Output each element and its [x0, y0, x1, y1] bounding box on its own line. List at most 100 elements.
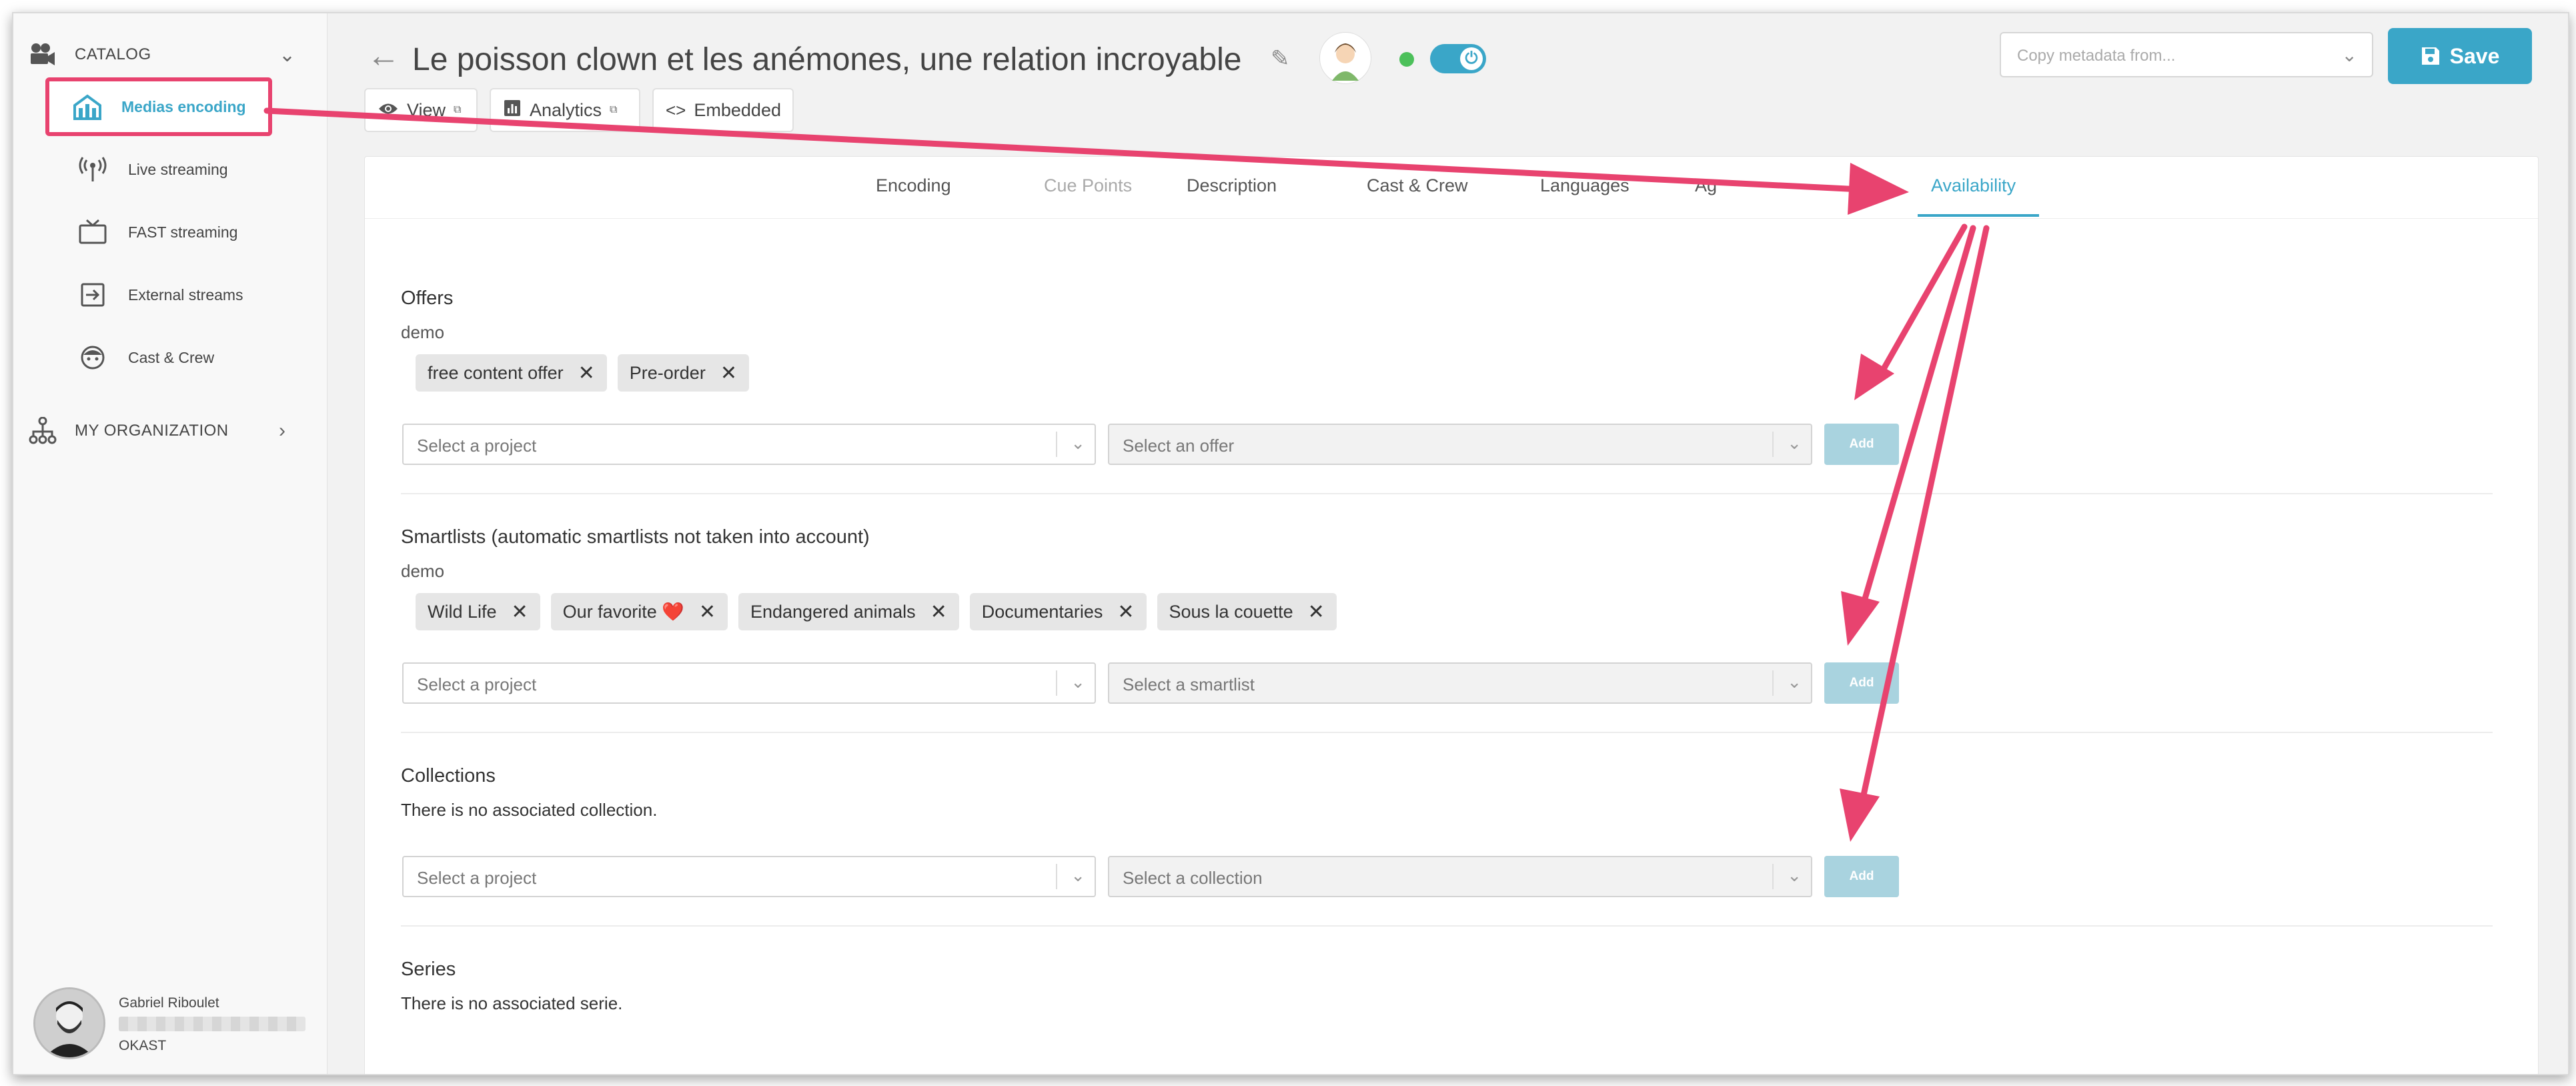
sidebar-section-label: CATALOG	[75, 45, 151, 63]
sidebar-item-cast-crew[interactable]: Cast & Crew	[67, 334, 307, 382]
tab-description[interactable]: Description	[1187, 175, 1277, 196]
select-separator	[1056, 432, 1057, 457]
embedded-button[interactable]: <> Embedded	[652, 88, 794, 132]
offers-project-select[interactable]: Select a project ⌄	[402, 424, 1096, 465]
chevron-down-icon: ⌄	[1787, 672, 1802, 692]
save-button[interactable]: Save	[2388, 28, 2532, 84]
select-placeholder: Select a smartlist	[1123, 674, 1255, 694]
status-dot	[1399, 52, 1414, 67]
external-link-icon: ⧉	[610, 104, 618, 115]
tab-cue-points[interactable]: Cue Points	[1044, 175, 1132, 196]
publish-toggle[interactable]: ⏻	[1430, 44, 1486, 73]
sidebar-item-label: Cast & Crew	[128, 348, 215, 366]
offers-tag-list: free content offer ✕ Pre-order ✕	[416, 354, 749, 392]
tab-cast-crew[interactable]: Cast & Crew	[1367, 175, 1468, 196]
floppy-disk-icon	[2421, 47, 2439, 65]
add-smartlist-button[interactable]: Add	[1824, 662, 1899, 704]
sidebar-item-label: FAST streaming	[128, 223, 238, 241]
bar-chart-icon	[503, 99, 522, 122]
collections-title: Collections	[401, 765, 496, 786]
sidebar-item-live-streaming[interactable]: Live streaming	[67, 145, 307, 193]
remove-tag-icon[interactable]: ✕	[720, 362, 737, 385]
availability-card: Encoding Cue Points Description Cast & C…	[364, 156, 2539, 1074]
save-label: Save	[2449, 43, 2500, 68]
pencil-icon[interactable]: ✎	[1271, 45, 1290, 72]
series-title: Series	[401, 959, 456, 980]
tag-label: free content offer	[428, 362, 564, 383]
embedded-label: Embedded	[694, 99, 781, 120]
user-name: Gabriel Riboulet	[119, 995, 219, 1011]
user-email-redacted	[119, 1017, 305, 1031]
smartlists-tag-list: Wild Life ✕ Our favorite ❤️ ✕ Endangered a…	[416, 593, 1337, 630]
smartlist-tag: Wild Life ✕	[416, 593, 540, 630]
select-placeholder: Select an offer	[1123, 436, 1235, 456]
face-icon	[77, 342, 108, 373]
organization-icon	[27, 415, 59, 447]
sidebar-section-my-organization[interactable]: MY ORGANIZATION ›	[13, 404, 327, 458]
offers-project-name: demo	[401, 322, 445, 342]
add-collection-button[interactable]: Add	[1824, 856, 1899, 897]
external-link-icon: ⧉	[454, 104, 462, 115]
remove-tag-icon[interactable]: ✕	[1117, 600, 1134, 624]
user-organization: OKAST	[119, 1038, 167, 1053]
select-separator	[1772, 864, 1774, 889]
media-avatar	[1319, 32, 1371, 84]
remove-tag-icon[interactable]: ✕	[699, 600, 716, 624]
tab-ag[interactable]: Ag	[1695, 175, 1717, 196]
tag-label: Pre-order	[629, 362, 706, 383]
page-title: Le poisson clown et les anémones, une re…	[412, 42, 1242, 77]
select-separator	[1772, 432, 1774, 457]
tab-encoding[interactable]: Encoding	[876, 175, 951, 196]
smartlists-project-select[interactable]: Select a project ⌄	[402, 662, 1096, 704]
camera-icon	[27, 39, 59, 71]
tag-label: Our favorite ❤️	[562, 602, 684, 622]
offers-title: Offers	[401, 288, 454, 309]
external-stream-icon	[77, 280, 108, 310]
view-button[interactable]: View ⧉	[364, 88, 478, 132]
section-divider	[401, 493, 2493, 494]
user-profile[interactable]: Gabriel Riboulet OKAST	[33, 987, 313, 1061]
sidebar-item-fast-streaming[interactable]: FAST streaming	[67, 208, 307, 256]
smartlist-tag: Documentaries ✕	[969, 593, 1147, 630]
view-label: View	[407, 99, 446, 120]
collection-select[interactable]: Select a collection ⌄	[1108, 856, 1812, 897]
smartlist-select[interactable]: Select a smartlist ⌄	[1108, 662, 1812, 704]
section-divider	[401, 732, 2493, 733]
antenna-icon	[77, 154, 108, 185]
remove-tag-icon[interactable]: ✕	[1308, 600, 1325, 624]
section-divider	[401, 925, 2493, 927]
select-placeholder: Select a project	[417, 436, 537, 456]
chevron-down-icon: ⌄	[1071, 865, 1085, 885]
sidebar-item-label: Live streaming	[128, 160, 228, 178]
remove-tag-icon[interactable]: ✕	[930, 600, 947, 624]
eye-icon	[378, 100, 399, 121]
collections-empty-text: There is no associated collection.	[401, 800, 658, 820]
collections-project-select[interactable]: Select a project ⌄	[402, 856, 1096, 897]
remove-tag-icon[interactable]: ✕	[512, 600, 528, 624]
active-tab-indicator	[1918, 214, 2039, 217]
sidebar-item-external-streams[interactable]: External streams	[67, 271, 307, 319]
sidebar-section-catalog[interactable]: CATALOG ⌄	[13, 28, 327, 81]
tab-languages[interactable]: Languages	[1540, 175, 1630, 196]
back-icon[interactable]: ←	[367, 39, 400, 72]
select-separator	[1056, 670, 1057, 696]
app-window: CATALOG ⌄ Medias encoding Live streaming…	[12, 12, 2569, 1075]
select-separator	[1772, 670, 1774, 696]
tv-icon	[77, 217, 108, 247]
tab-availability[interactable]: Availability	[1931, 175, 2016, 196]
copy-metadata-placeholder: Copy metadata from...	[2017, 47, 2176, 65]
code-icon: <>	[666, 99, 686, 120]
tag-label: Sous la couette	[1169, 601, 1293, 622]
avatar	[33, 987, 105, 1059]
add-offer-button[interactable]: Add	[1824, 424, 1899, 465]
chevron-down-icon: ⌄	[1787, 865, 1802, 885]
remove-tag-icon[interactable]: ✕	[578, 362, 595, 385]
sidebar-item-medias-encoding[interactable]: Medias encoding	[45, 77, 272, 136]
copy-metadata-select[interactable]: Copy metadata from... ⌄	[2000, 32, 2373, 77]
smartlist-tag: Sous la couette ✕	[1157, 593, 1337, 630]
tag-label: Wild Life	[428, 601, 497, 622]
offer-select[interactable]: Select an offer ⌄	[1108, 424, 1812, 465]
select-separator	[1056, 864, 1057, 889]
sidebar: CATALOG ⌄ Medias encoding Live streaming…	[13, 13, 328, 1074]
analytics-button[interactable]: Analytics ⧉	[490, 88, 640, 132]
